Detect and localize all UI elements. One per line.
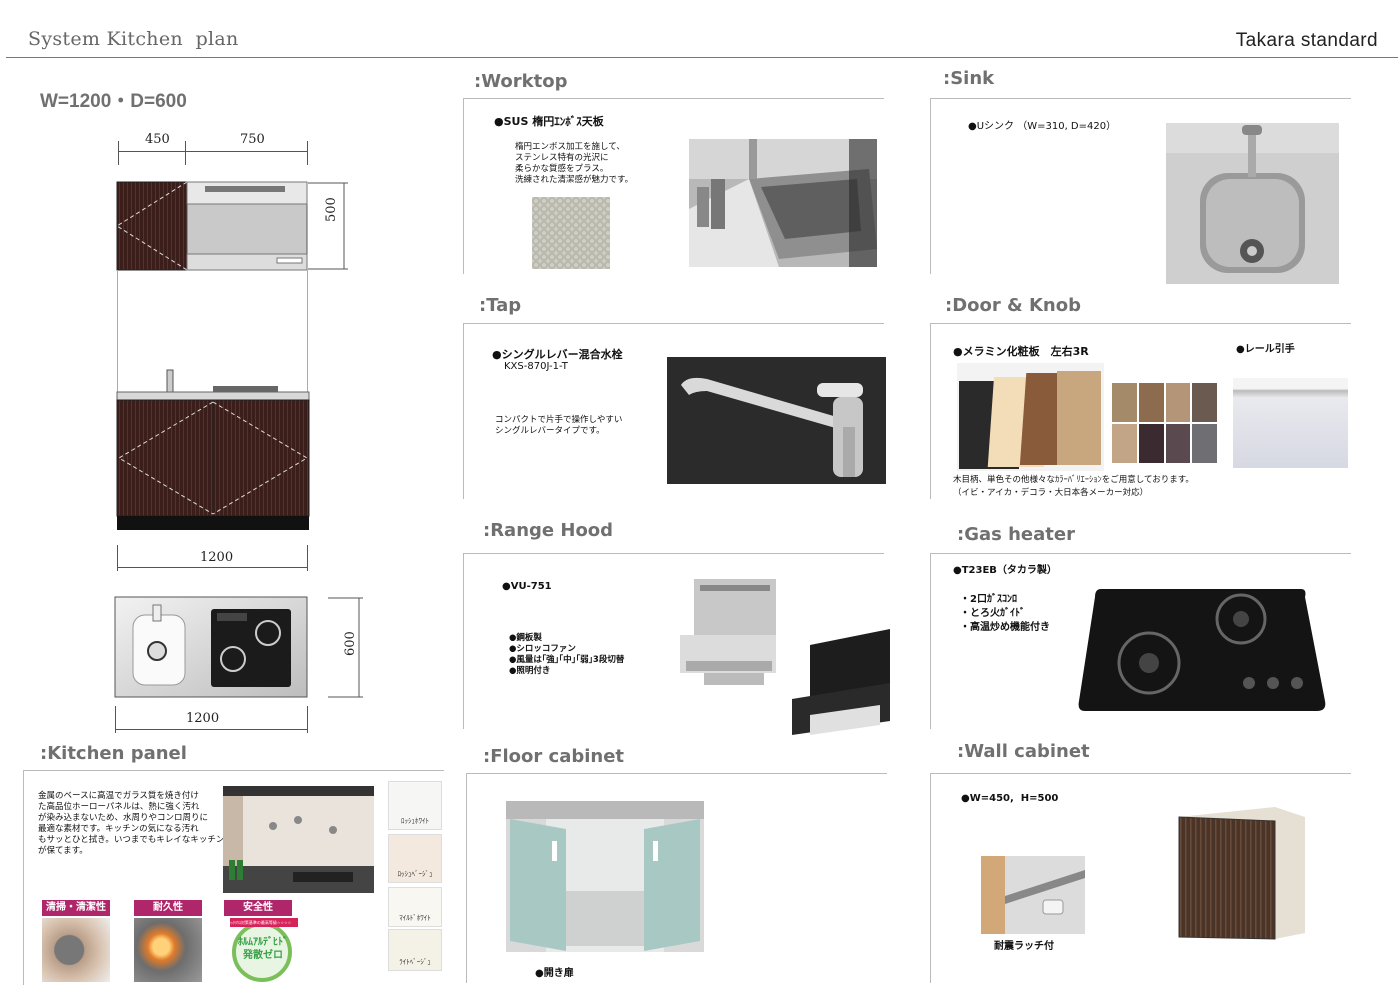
latch-label: 耐震ラッチ付	[994, 941, 1054, 952]
plan-dimensions-label: W=1200・D=600	[40, 91, 187, 112]
floor-title: :Floor cabinet	[483, 746, 625, 767]
wall-item: ●W=450, H=500	[961, 793, 1059, 804]
dim-tick	[307, 706, 308, 733]
door-color-swatch	[1165, 383, 1191, 422]
dim-tick	[185, 141, 186, 165]
sink-title: :Sink	[943, 68, 995, 89]
panel-swatch-label: ﾗｲﾄﾍﾞｰｼﾞｭ	[399, 958, 431, 966]
tap-model: KXS-870J-1-T	[504, 361, 568, 372]
brand-name: Takara standard	[1235, 30, 1378, 51]
dim-tick	[307, 545, 308, 571]
page-title: System Kitchen plan	[28, 28, 239, 50]
sink-photo	[1166, 123, 1339, 284]
elevation-wall-cabinet	[116, 181, 348, 271]
sink-item: ●Uシンク （W=310, D=420）	[968, 121, 1117, 132]
worktop-texture-sample	[532, 197, 610, 269]
tap-item: ●シングルレバー混合水栓	[492, 348, 623, 361]
door-color-swatch	[1112, 424, 1137, 463]
hood-black-photo	[790, 625, 900, 740]
hood-item: ●VU-751	[502, 581, 552, 592]
durability-photo	[134, 918, 202, 982]
dim-600: 600	[343, 631, 358, 656]
gas-title: :Gas heater	[957, 524, 1075, 545]
dim-line-top-view	[115, 729, 308, 730]
panel-title: :Kitchen panel	[40, 743, 187, 764]
cleaning-photo	[42, 918, 110, 982]
plan-top-view	[114, 596, 363, 698]
door-panel-samples-photo	[957, 363, 1104, 471]
dim-750: 750	[240, 132, 265, 147]
door-color-grid	[1112, 383, 1217, 463]
floor-cabinet-photo	[506, 801, 704, 952]
elevation-floor-cabinet	[116, 369, 310, 530]
badge-cleaning: 清掃・清潔性	[42, 900, 110, 916]
latch-photo	[981, 856, 1085, 934]
badge-safety: 安全性	[224, 900, 292, 916]
door-color-swatch	[1192, 424, 1217, 463]
tap-title: :Tap	[479, 295, 522, 316]
door-title: :Door & Knob	[945, 295, 1081, 316]
panel-swatch-label: ﾛｯｼｭﾎﾜｲﾄ	[401, 817, 429, 825]
panel-swatch-label: ﾛｯｼｭﾍﾞｰｼﾞｭ	[397, 870, 433, 878]
door-color-swatch	[1138, 383, 1164, 422]
panel-swatch-label: ﾏｲﾙﾄﾞﾎﾜｲﾄ	[399, 914, 431, 922]
wall-cabinet-photo	[1178, 807, 1305, 940]
gas-features: ・2口ｶﾞｽｺﾝﾛ ・とろ火ｶﾞｲﾄﾞ ・高温炒め機能付き	[960, 594, 1050, 633]
panel-swatch: ﾗｲﾄﾍﾞｰｼﾞｭ	[388, 929, 442, 971]
worktop-desc: 楕円エンボス加工を施して、 ステンレス特有の光沢に 柔らかな質感をプラス。 洗練…	[515, 142, 634, 185]
dim-line-top	[118, 151, 308, 152]
hood-title: :Range Hood	[483, 520, 614, 541]
panel-swatch: ﾛｯｼｭﾍﾞｰｼﾞｭ	[388, 834, 442, 883]
hood-features: ●鋼板製 ●シロッコファン ●風量は｢強｣｢中｣｢弱｣3段切替 ●照明付き	[509, 633, 625, 676]
rail-handle-photo	[1233, 378, 1348, 468]
dim-tick	[115, 706, 116, 733]
dim-line-front	[117, 567, 308, 568]
stamp-top-text: ｼｯｸﾊｳｽ対策基準の最高等級☆☆☆☆	[228, 920, 292, 925]
door-item: ●メラミン化粧板 左右3R	[953, 345, 1089, 358]
dim-tick	[117, 545, 118, 571]
worktop-item: ●SUS 楕円ｴﾝﾎﾞｽ天板	[494, 115, 604, 128]
door-desc: 木目柄、単色その他様々なｶﾗｰﾊﾞﾘｴｰｼｮﾝをご用意しております。 （イビ・ア…	[953, 475, 1194, 498]
door-color-swatch	[1165, 424, 1191, 463]
gas-item: ●T23EB（タカラ製）	[953, 565, 1057, 576]
door-color-swatch	[1192, 383, 1217, 422]
dim-1200-top: 1200	[186, 711, 220, 726]
stamp-main-text: ﾎﾙﾑｱﾙﾃﾞﾋﾄﾞ 発散ゼロ	[238, 937, 288, 961]
dim-1200-front: 1200	[200, 550, 234, 565]
gas-stove-photo	[1073, 583, 1335, 721]
panel-badges: 清掃・清潔性 耐久性 安全性 ｼｯｸﾊｳｽ対策基準の最高等級☆☆☆☆ ﾎﾙﾑｱﾙ…	[42, 900, 302, 982]
dim-tick	[307, 141, 308, 165]
floor-item: ●開き扉	[535, 968, 574, 979]
badge-durability: 耐久性	[134, 900, 202, 916]
dim-tick	[118, 141, 119, 165]
wall-title: :Wall cabinet	[957, 741, 1090, 762]
tap-desc: コンパクトで片手で操作しやすい シングルレバータイプです。	[495, 415, 623, 436]
panel-swatch: ﾏｲﾙﾄﾞﾎﾜｲﾄ	[388, 887, 442, 927]
door-color-swatch	[1138, 424, 1164, 463]
panel-desc: 金属のベースに高温でガラス質を焼き付け た高品位ホーローパネルは、熱に強く汚れ …	[38, 791, 225, 856]
dim-500: 500	[324, 197, 339, 222]
header-divider	[6, 57, 1398, 58]
worktop-photo	[689, 139, 877, 267]
door-color-swatch	[1112, 383, 1137, 422]
knob-item: ●レール引手	[1236, 344, 1295, 355]
hood-silver-photo	[676, 575, 781, 690]
worktop-title: :Worktop	[474, 71, 568, 92]
panel-swatch: ﾛｯｼｭﾎﾜｲﾄ	[388, 781, 442, 830]
dim-450: 450	[145, 132, 170, 147]
tap-photo	[667, 357, 886, 484]
panel-kitchen-photo	[223, 786, 374, 893]
panel-swatches: ﾛｯｼｭﾎﾜｲﾄ ﾛｯｼｭﾍﾞｰｼﾞｭ ﾏｲﾙﾄﾞﾎﾜｲﾄ ﾗｲﾄﾍﾞｰｼﾞｭ	[388, 781, 442, 971]
